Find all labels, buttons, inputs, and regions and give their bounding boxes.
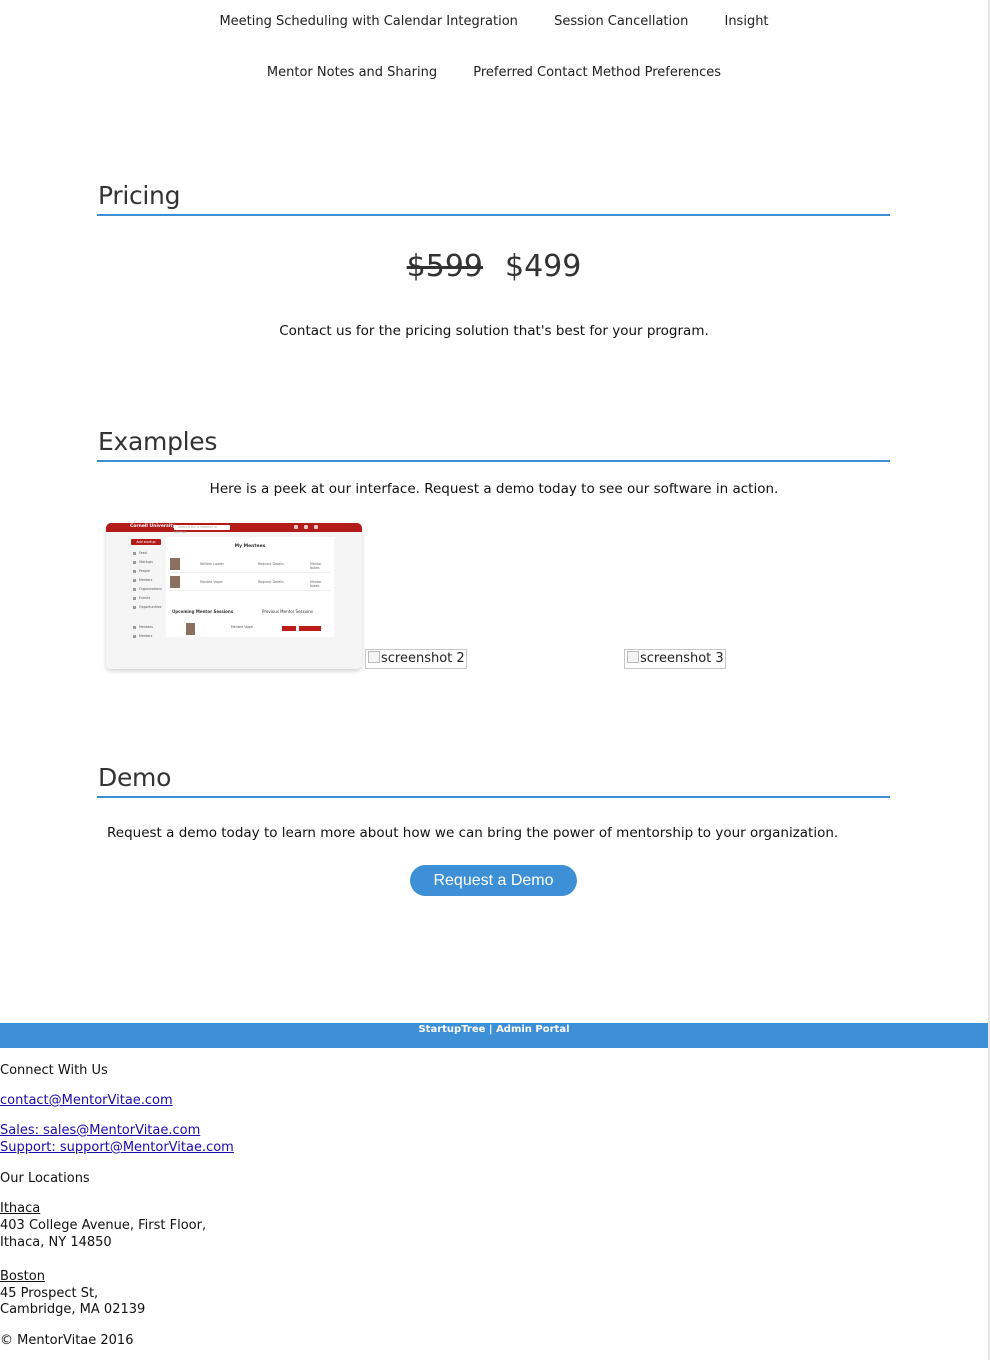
copyright: © MentorVitae 2016: [0, 1333, 134, 1348]
feature-link-contact-preferences[interactable]: Preferred Contact Method Preferences: [473, 65, 721, 80]
startuptree-link[interactable]: StartupTree: [418, 1024, 485, 1035]
mock-main-panel: My Mentees William Lawler Request Detail…: [166, 537, 334, 637]
mock-notes-button: [299, 626, 321, 631]
mock-sidebar-item: Opportunities: [133, 605, 162, 609]
demo-divider: [97, 796, 890, 798]
mock-avatar: [170, 558, 180, 570]
locations-heading: Our Locations: [0, 1171, 90, 1186]
feature-link-mentor-notes[interactable]: Mentor Notes and Sharing: [267, 65, 437, 80]
mock-sidebar-item: Organizations: [133, 587, 162, 591]
mock-notification-icon: [294, 525, 298, 529]
mock-tab-upcoming: Upcoming Mentor Sessions: [172, 609, 234, 614]
mock-sidebar-item: Feed: [133, 551, 147, 555]
mock-sidebar-item: Events: [133, 596, 150, 600]
mock-tab-previous: Previous Mentor Sessions: [262, 609, 313, 614]
contact-email-link[interactable]: contact@MentorVitae.com: [0, 1093, 173, 1108]
screenshot-3-alt-text: screenshot 3: [640, 651, 724, 666]
pricing-heading: Pricing: [98, 181, 181, 210]
broken-image-icon: [627, 651, 639, 663]
broken-image-icon: [368, 651, 380, 663]
footer-bar: StartupTree | Admin Portal: [0, 1023, 988, 1048]
pricing-note: Contact us for the pricing solution that…: [279, 323, 709, 339]
mock-sidebar-item: People: [133, 569, 150, 573]
feature-link-session-cancellation[interactable]: Session Cancellation: [554, 14, 688, 29]
mock-mentee-row: Mentee Vogel Request Details Mentor Note…: [170, 575, 330, 591]
mock-add-startup-button: Add startup: [131, 539, 161, 545]
mock-sidebar-item: Mentees: [133, 625, 153, 629]
old-price: $599: [406, 249, 483, 284]
screenshot-2-image[interactable]: screenshot 2: [365, 649, 467, 669]
screenshot-1-image[interactable]: Cornell University Search for a mentor o…: [106, 523, 362, 669]
mock-brand: Cornell University: [130, 524, 176, 529]
location-ithaca-link[interactable]: Ithaca: [0, 1201, 40, 1216]
location-boston-address-1: 45 Prospect St,: [0, 1286, 99, 1301]
mock-heading: My Mentees: [234, 544, 266, 549]
location-ithaca-address-1: 403 College Avenue, First Floor,: [0, 1218, 207, 1233]
mock-message-icon: [304, 525, 308, 529]
mock-sidebar-item: Mentors: [133, 578, 152, 582]
request-demo-button[interactable]: Request a Demo: [410, 865, 577, 896]
feature-link-insight[interactable]: Insight: [724, 14, 768, 29]
feature-link-meeting-scheduling[interactable]: Meeting Scheduling with Calendar Integra…: [219, 14, 517, 29]
mock-avatar-icon: [314, 525, 318, 529]
examples-intro: Here is a peek at our interface. Request…: [209, 481, 779, 497]
location-boston-address-2: Cambridge, MA 02139: [0, 1302, 146, 1317]
admin-portal-link[interactable]: Admin Portal: [496, 1024, 569, 1035]
price-display: $599 $499: [0, 249, 988, 284]
mock-avatar: [170, 576, 180, 588]
connect-heading: Connect With Us: [0, 1063, 108, 1078]
mock-avatar: [186, 623, 195, 635]
mock-search-input: Search for a mentor or startup: [174, 525, 230, 534]
mock-mentee-row: William Lawler Request Details Mentor No…: [170, 557, 330, 573]
footer-separator: |: [488, 1024, 493, 1035]
new-price: $499: [505, 249, 582, 284]
mock-sidebar-item: Startups: [133, 560, 153, 564]
feature-nav-row-2: Mentor Notes and Sharing Preferred Conta…: [0, 65, 988, 80]
location-boston-link[interactable]: Boston: [0, 1269, 45, 1284]
support-email-link[interactable]: Support: support@MentorVitae.com: [0, 1140, 234, 1155]
sales-email-link[interactable]: Sales: sales@MentorVitae.com: [0, 1123, 200, 1138]
mock-cancel-button: [282, 626, 296, 631]
location-ithaca-address-2: Ithaca, NY 14850: [0, 1235, 112, 1250]
demo-text: Request a demo today to learn more about…: [107, 825, 839, 841]
screenshot-2-alt-text: screenshot 2: [381, 651, 465, 666]
mock-session-row: Mentee Vogel: [186, 623, 326, 637]
feature-nav-row-1: Meeting Scheduling with Calendar Integra…: [0, 14, 988, 29]
mock-sidebar: Add startup Feed Startups People Mentors…: [128, 537, 164, 669]
mock-sidebar-item: Mentors: [133, 634, 152, 638]
pricing-divider: [97, 214, 890, 216]
screenshot-3-image[interactable]: screenshot 3: [624, 649, 726, 669]
demo-heading: Demo: [98, 763, 172, 792]
examples-divider: [97, 460, 890, 462]
examples-heading: Examples: [98, 427, 218, 456]
